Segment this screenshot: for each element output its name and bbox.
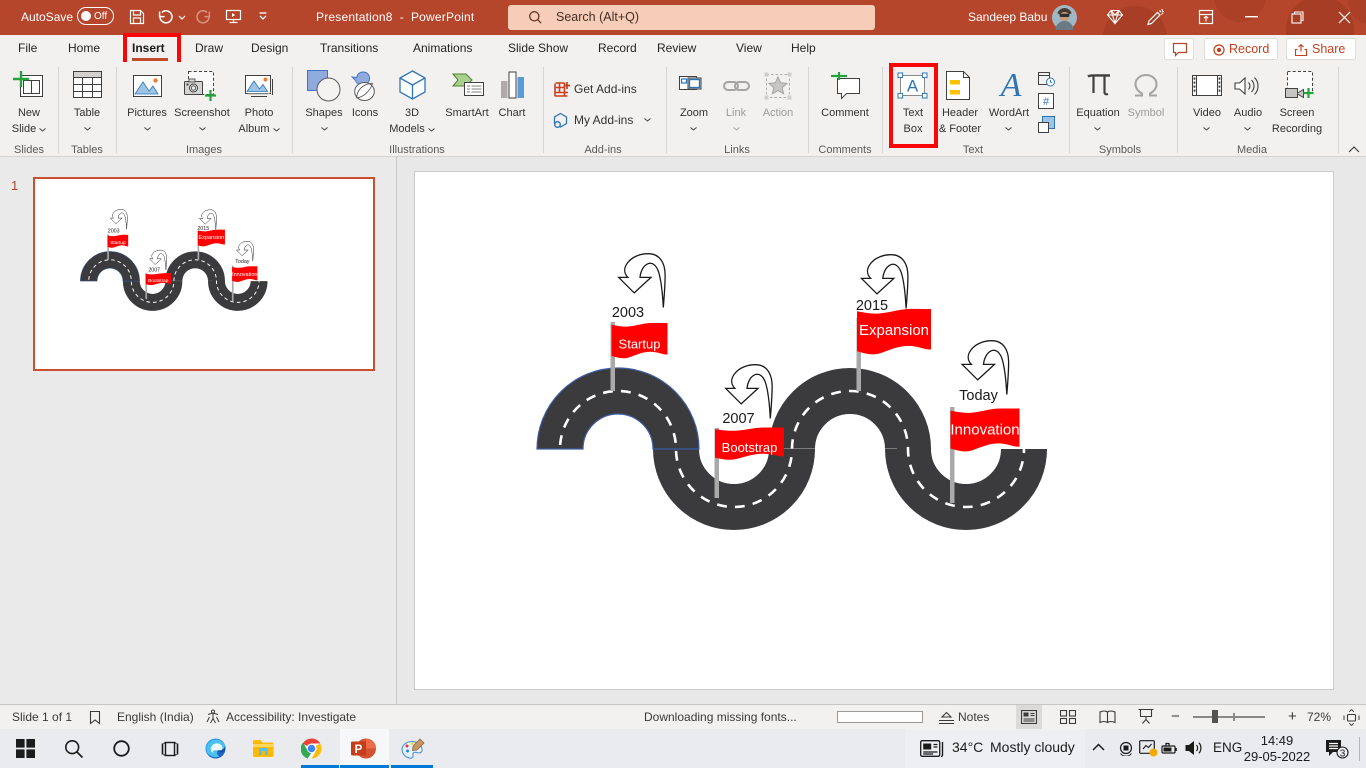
svg-text:P: P <box>355 744 363 756</box>
svg-text:3: 3 <box>1340 748 1346 759</box>
svg-text:#: # <box>1043 96 1050 108</box>
svg-text:A: A <box>999 68 1022 102</box>
